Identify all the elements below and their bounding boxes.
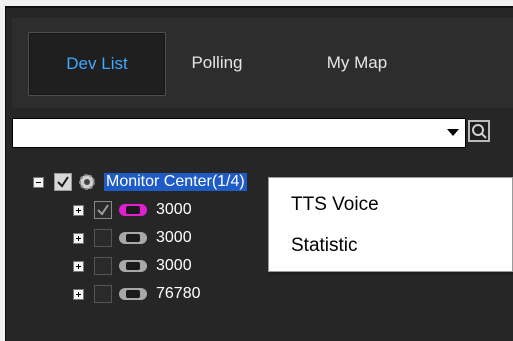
tree-device-row[interactable]: 3000	[73, 198, 192, 222]
device-label[interactable]: 3000	[156, 201, 192, 219]
car-icon	[119, 260, 147, 272]
gear-icon	[79, 174, 95, 190]
tab-polling[interactable]: Polling	[172, 32, 262, 94]
search-input[interactable]	[13, 119, 421, 145]
search-combobox[interactable]	[12, 118, 466, 148]
device-label[interactable]: 76780	[156, 285, 201, 303]
menu-item-statistic[interactable]: Statistic	[291, 235, 358, 257]
car-icon	[119, 288, 147, 300]
check-icon	[97, 204, 109, 216]
tree-device-row[interactable]: 76780	[73, 282, 201, 306]
check-icon	[57, 176, 69, 188]
chevron-down-icon[interactable]	[447, 129, 459, 136]
expand-icon[interactable]	[73, 232, 84, 244]
expand-icon[interactable]	[73, 260, 84, 272]
expand-icon[interactable]	[73, 204, 84, 216]
search-button[interactable]	[468, 120, 490, 142]
device-panel: Dev List Polling My Map Monitor Center(1…	[5, 6, 513, 341]
tab-my-map[interactable]: My Map	[302, 32, 412, 94]
device-label[interactable]: 3000	[156, 257, 192, 275]
device-checkbox[interactable]	[94, 285, 112, 303]
device-checkbox[interactable]	[94, 257, 112, 275]
root-checkbox[interactable]	[54, 173, 72, 191]
tree-device-row[interactable]: 3000	[73, 254, 192, 278]
tab-bar: Dev List Polling My Map	[12, 18, 513, 108]
magnifier-icon	[472, 124, 487, 139]
car-icon	[119, 232, 147, 244]
device-label[interactable]: 3000	[156, 229, 192, 247]
expand-icon[interactable]	[73, 288, 84, 300]
menu-item-tts-voice[interactable]: TTS Voice	[291, 194, 379, 216]
tree-root[interactable]: Monitor Center(1/4)	[33, 170, 247, 194]
device-checkbox[interactable]	[94, 201, 112, 219]
tab-dev-list[interactable]: Dev List	[28, 32, 166, 96]
root-label[interactable]: Monitor Center(1/4)	[104, 173, 247, 191]
device-checkbox[interactable]	[94, 229, 112, 247]
context-menu: TTS Voice Statistic	[268, 177, 513, 272]
tree-device-row[interactable]: 3000	[73, 226, 192, 250]
car-icon	[119, 204, 147, 216]
collapse-icon[interactable]	[33, 176, 44, 188]
